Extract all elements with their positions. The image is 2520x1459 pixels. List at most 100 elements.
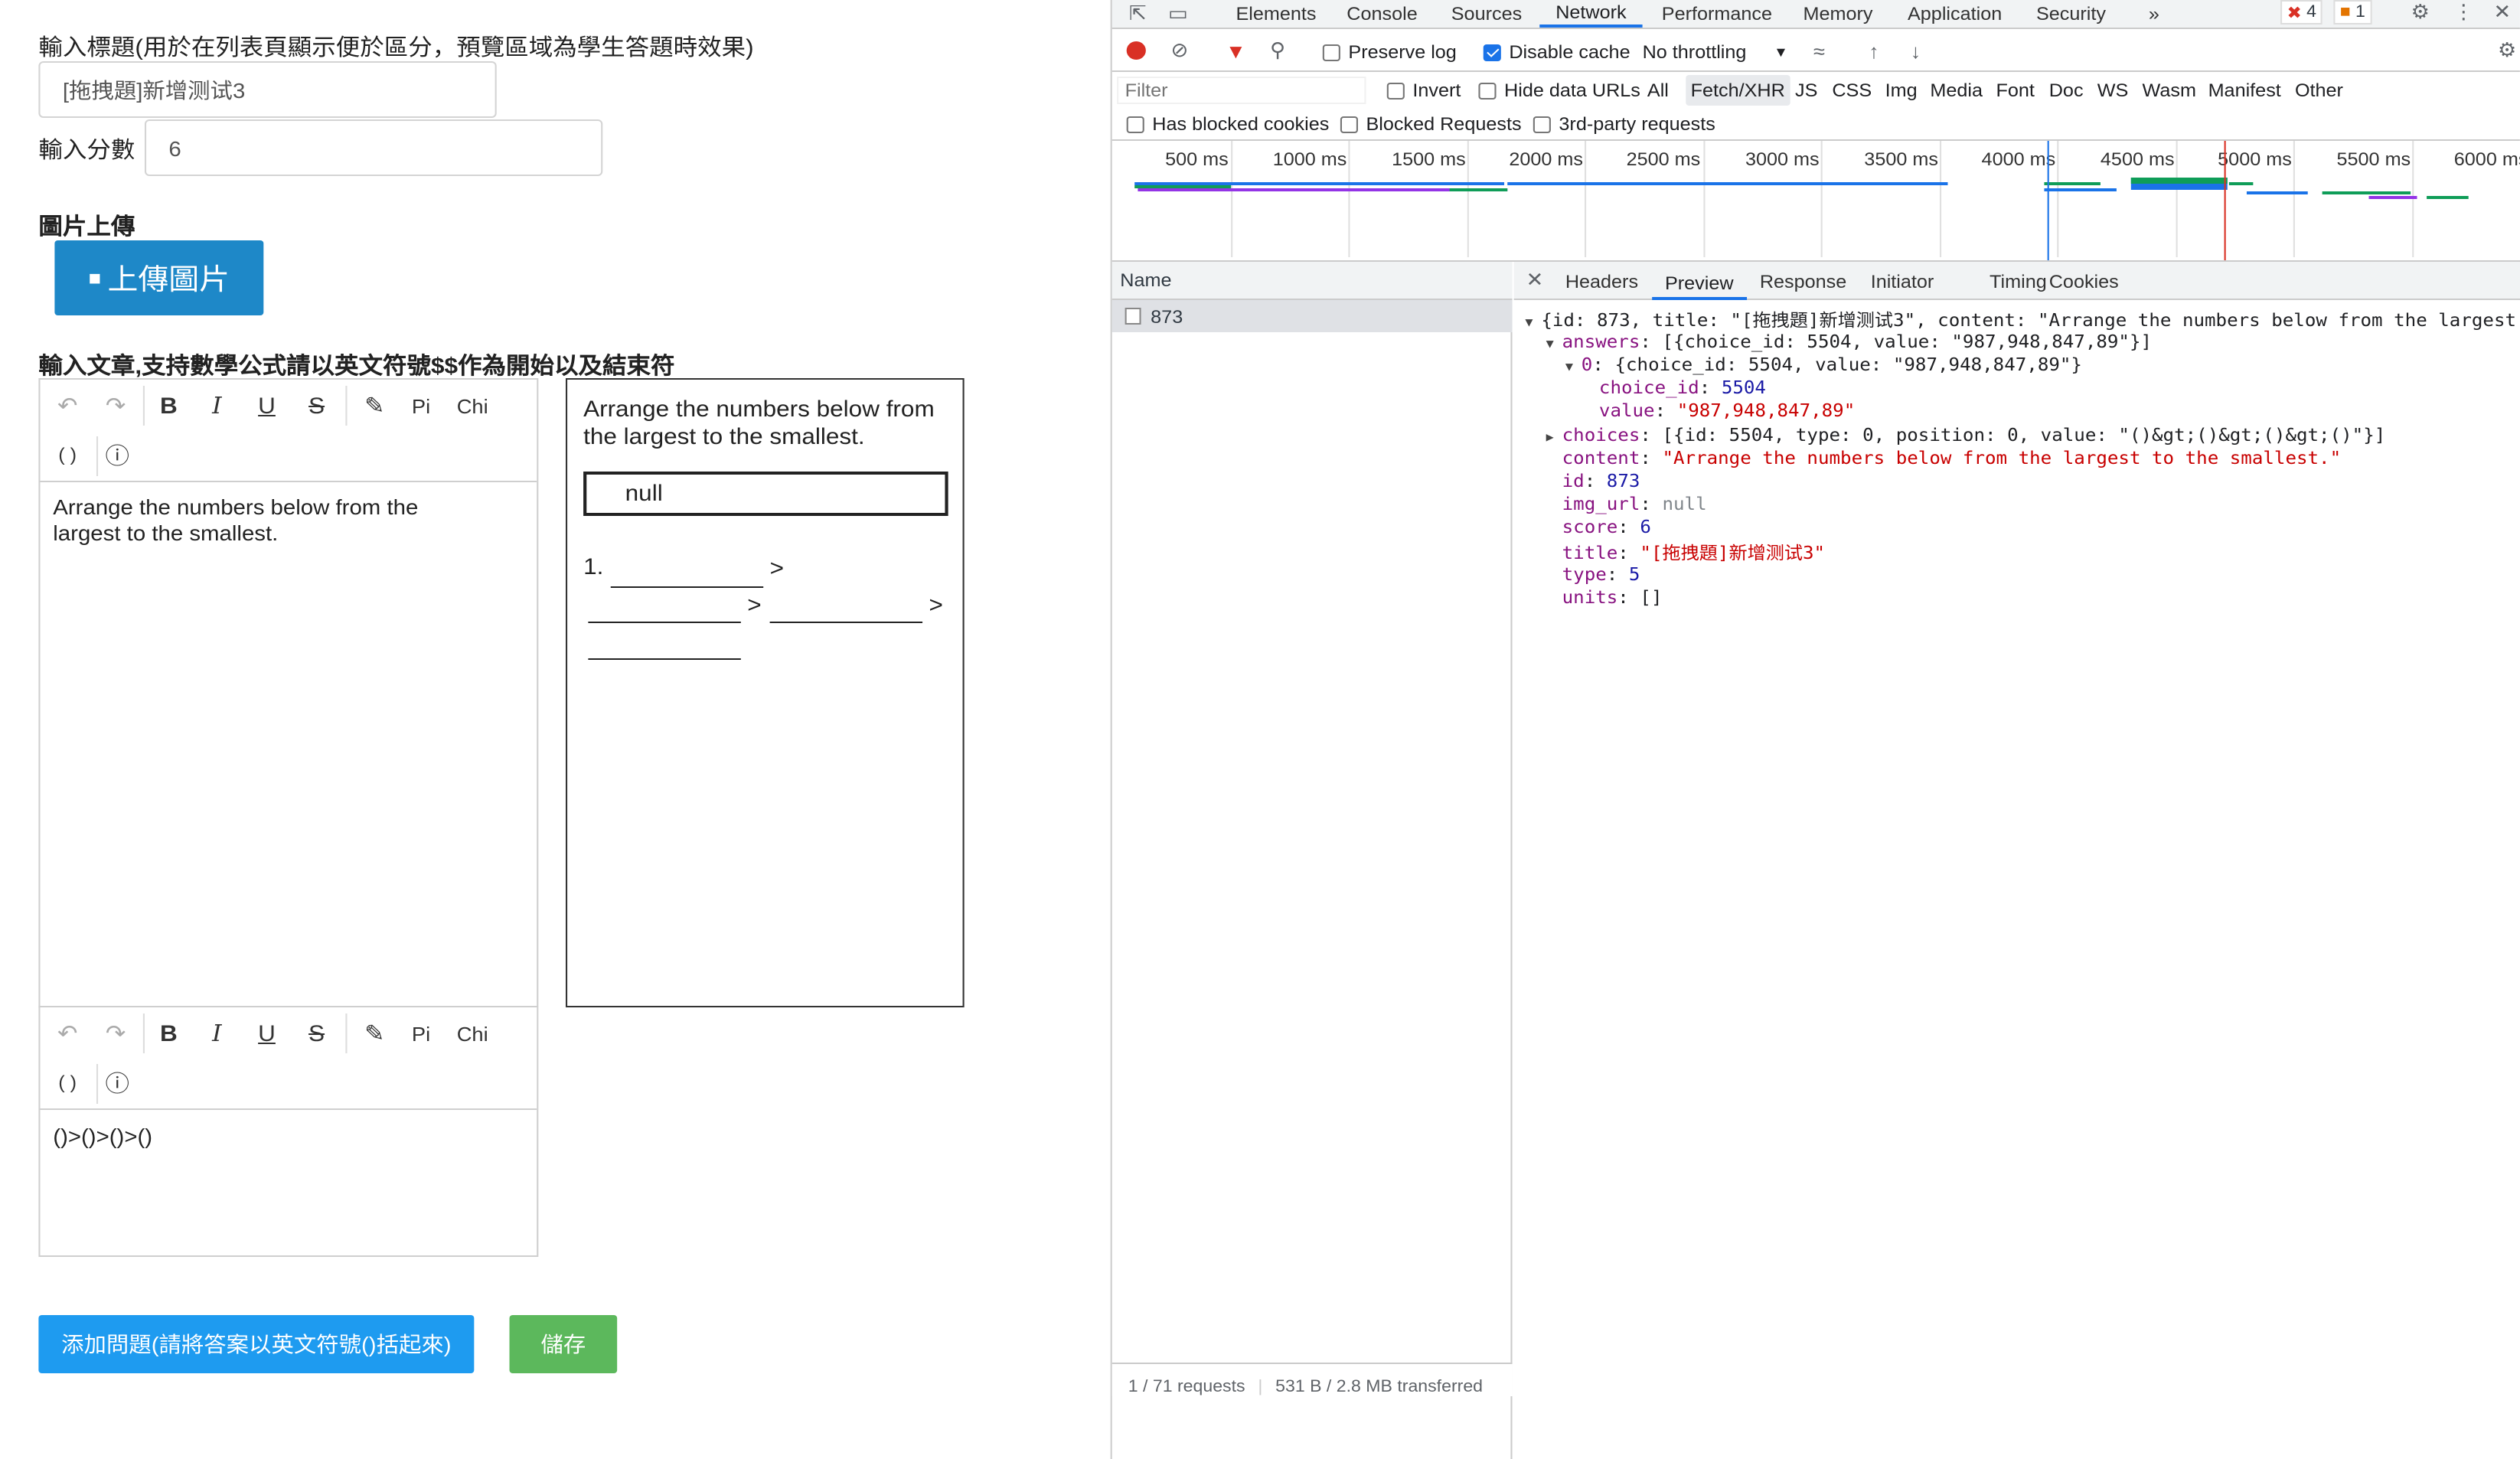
more-options-icon[interactable]: ⋮ — [2453, 0, 2474, 24]
tab-console[interactable]: Console — [1347, 0, 1417, 28]
filter-type-js[interactable]: JS — [1795, 80, 1817, 101]
pi-button[interactable]: Pi — [402, 1015, 440, 1052]
expand-triangle-icon: ▼ — [1525, 315, 1533, 329]
redo-icon[interactable]: ↷ — [96, 387, 135, 424]
answer-blank[interactable] — [769, 622, 923, 623]
clear-icon[interactable]: ⊘ — [1167, 38, 1193, 63]
network-settings-icon[interactable]: ⚙ — [2494, 38, 2520, 63]
folder-icon: ■ — [88, 266, 102, 289]
network-conditions-icon[interactable]: ≈ — [1807, 38, 1833, 63]
bold-button[interactable]: B — [149, 1015, 188, 1052]
highlight-pen-icon[interactable]: ✎ — [355, 387, 393, 424]
italic-button[interactable]: I — [197, 1015, 236, 1052]
import-har-icon[interactable]: ↑ — [1861, 38, 1887, 63]
bold-button[interactable]: B — [149, 387, 188, 424]
strikethrough-button[interactable]: S — [297, 387, 335, 424]
invert-checkbox[interactable]: Invert — [1386, 80, 1461, 101]
tab-network[interactable]: Network — [1539, 0, 1643, 28]
tab-headers[interactable]: Headers — [1565, 268, 1638, 295]
has-blocked-cookies-checkbox[interactable]: Has blocked cookies — [1126, 113, 1329, 135]
filter-type-doc[interactable]: Doc — [2049, 80, 2084, 101]
tab-cookies[interactable]: Cookies — [2049, 268, 2119, 295]
paren-button[interactable]: ( ) — [48, 436, 87, 473]
record-icon[interactable] — [1126, 41, 1146, 60]
preview-drop-box[interactable]: null — [583, 472, 948, 516]
chi-button[interactable]: Chi — [452, 1015, 494, 1052]
answer-editor[interactable]: ↶ ↷ B I U S ✎ Pi Chi ( ) ⓘ ()>()>()>() — [38, 1006, 539, 1257]
name-column-header[interactable]: Name — [1111, 262, 1513, 300]
tab-application[interactable]: Application — [1908, 0, 2002, 28]
tab-performance[interactable]: Performance — [1662, 0, 1772, 28]
json-item0-line[interactable]: ▼ 0: {choice_id: 5504, value: "987,948,84… — [1565, 354, 2082, 375]
answer-blank[interactable] — [610, 586, 764, 588]
json-answers-line[interactable]: ▼ answers: [{choice_id: 5504, value: "987… — [1546, 331, 2152, 352]
json-choices-line[interactable]: ▶ choices: [{id: 5504, type: 0, position:… — [1546, 424, 2386, 446]
tab-preview[interactable]: Preview — [1652, 268, 1747, 300]
help-icon[interactable]: ⓘ — [98, 1064, 136, 1101]
undo-icon[interactable]: ↶ — [48, 387, 87, 424]
filter-type-wasm[interactable]: Wasm — [2143, 80, 2196, 101]
filter-type-css[interactable]: CSS — [1832, 80, 1872, 101]
close-icon[interactable]: ✕ — [2491, 0, 2513, 24]
underline-button[interactable]: U — [247, 387, 286, 424]
paren-button[interactable]: ( ) — [48, 1064, 87, 1101]
answer-blank[interactable] — [588, 658, 741, 660]
request-row[interactable]: 873 — [1111, 300, 1513, 332]
filter-type-other[interactable]: Other — [2295, 80, 2343, 101]
tab-initiator[interactable]: Initiator — [1871, 268, 1934, 295]
upload-image-label: 上傳圖片 — [107, 265, 230, 297]
preserve-log-checkbox[interactable]: Preserve log — [1322, 41, 1457, 63]
tab-sources[interactable]: Sources — [1451, 0, 1522, 28]
settings-gear-icon[interactable]: ⚙ — [2407, 0, 2433, 24]
help-icon[interactable]: ⓘ — [98, 436, 136, 473]
tab-memory[interactable]: Memory — [1803, 0, 1873, 28]
italic-button[interactable]: I — [197, 387, 236, 424]
close-detail-icon[interactable]: ✕ — [1523, 268, 1546, 292]
score-input[interactable]: 6 — [144, 119, 603, 176]
answer-blank[interactable] — [588, 622, 741, 623]
filter-type-ws[interactable]: WS — [2097, 80, 2129, 101]
inspect-element-icon[interactable]: ⇱ — [1125, 2, 1151, 26]
blocked-requests-checkbox[interactable]: Blocked Requests — [1340, 113, 1522, 135]
tab-elements[interactable]: Elements — [1236, 0, 1316, 28]
filter-type-font[interactable]: Font — [1996, 80, 2034, 101]
warning-count-badge[interactable]: ■ 1 — [2333, 0, 2372, 24]
filter-type-manifest[interactable]: Manifest — [2208, 80, 2281, 101]
highlight-pen-icon[interactable]: ✎ — [355, 1015, 393, 1052]
strikethrough-button[interactable]: S — [297, 1015, 335, 1052]
tab-security[interactable]: Security — [2036, 0, 2106, 28]
filter-icon[interactable]: ▼ — [1223, 38, 1249, 63]
underline-button[interactable]: U — [247, 1015, 286, 1052]
upload-image-button[interactable]: ■ 上傳圖片 — [54, 240, 264, 315]
disable-cache-checkbox[interactable]: Disable cache — [1483, 41, 1630, 63]
filter-type-all[interactable]: All — [1647, 80, 1669, 101]
error-count-badge[interactable]: ✖ 4 — [2280, 0, 2323, 24]
third-party-checkbox[interactable]: 3rd-party requests — [1533, 113, 1715, 135]
title-input[interactable]: [拖拽題]新增测试3 — [38, 61, 497, 118]
answer-editor-content[interactable]: ()>()>()>() — [53, 1124, 152, 1150]
throttling-select[interactable]: No throttling ▼ — [1643, 41, 1788, 63]
search-icon[interactable]: ⚲ — [1265, 38, 1291, 63]
filter-input[interactable]: Filter — [1117, 77, 1366, 104]
save-button[interactable]: 儲存 — [509, 1315, 618, 1373]
device-toolbar-icon[interactable]: ▭ — [1165, 2, 1191, 26]
filter-type-media[interactable]: Media — [1930, 80, 1983, 101]
json-root-line[interactable]: ▼ {id: 873, title: "[拖拽題]新增测试3", content:… — [1525, 308, 2516, 332]
tab-more[interactable]: » — [2149, 0, 2159, 28]
undo-icon[interactable]: ↶ — [48, 1015, 87, 1052]
filter-type-img[interactable]: Img — [1885, 80, 1918, 101]
pi-button[interactable]: Pi — [402, 387, 440, 424]
tab-timing[interactable]: Timing — [1990, 268, 2047, 295]
article-editor-content[interactable]: Arrange the numbers below from the large… — [53, 494, 487, 547]
filter-type-fetch-xhr[interactable]: Fetch/XHR — [1686, 75, 1790, 106]
timeline-overview[interactable]: 500 ms 1000 ms 1500 ms 2000 ms 2500 ms 3… — [1111, 141, 2520, 262]
tab-response[interactable]: Response — [1760, 268, 1846, 295]
redo-icon[interactable]: ↷ — [96, 1015, 135, 1052]
article-label: 輸入文章,支持數學公式請以英文符號$$作為開始以及結束符 — [38, 354, 675, 380]
add-question-button[interactable]: 添加問題(請將答案以英文符號()括起來) — [38, 1315, 475, 1373]
article-editor[interactable]: ↶ ↷ B I U S ✎ Pi Chi ( ) ⓘ Arrange the n… — [38, 378, 539, 1007]
hide-data-urls-checkbox[interactable]: Hide data URLs — [1478, 80, 1640, 101]
chi-button[interactable]: Chi — [452, 387, 494, 424]
export-har-icon[interactable]: ↓ — [1903, 38, 1929, 63]
timeline-label: 4500 ms — [2100, 149, 2175, 170]
